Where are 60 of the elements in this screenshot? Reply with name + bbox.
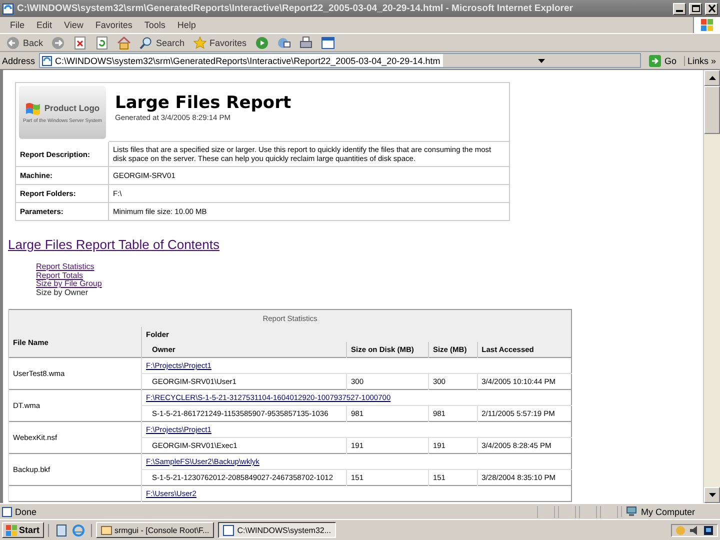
back-button[interactable]: Back — [3, 34, 46, 50]
search-icon — [139, 36, 154, 50]
home-icon — [117, 36, 132, 50]
scroll-up-icon — [708, 76, 716, 80]
links-button[interactable]: Links » — [684, 56, 718, 66]
scroll-thumb[interactable] — [704, 86, 720, 134]
close-icon — [706, 4, 716, 13]
menu-item[interactable]: File — [4, 20, 31, 30]
menu-item[interactable]: Edit — [30, 20, 58, 30]
network-icon — [703, 524, 714, 536]
address-label: Address — [2, 56, 36, 66]
toc-link[interactable]: Report Totals — [36, 272, 83, 280]
minimize-button[interactable] — [673, 2, 686, 14]
document-edit-icon — [320, 36, 335, 50]
taskbar-button[interactable]: C:\WINDOWS\system32... — [218, 522, 336, 538]
tray-icon — [675, 524, 686, 536]
speaker-icon — [689, 524, 700, 536]
close-button[interactable] — [705, 2, 718, 14]
windows-flag-icon — [700, 18, 714, 32]
stop-icon — [73, 36, 88, 50]
page-icon — [42, 56, 52, 66]
vertical-scrollbar[interactable] — [703, 70, 720, 503]
start-button[interactable]: Start — [2, 522, 44, 538]
window-title: C:\WINDOWS\system32\srm\GeneratedReports\Interactive\Report22_2005-03-04_20-29-14.html - Microsoft Internet Explorer — [17, 3, 574, 14]
minimize-icon — [676, 10, 683, 12]
logo-text: Product Logo — [44, 102, 100, 112]
report-title: Large Files Report — [115, 93, 292, 113]
go-button[interactable]: Go — [645, 54, 680, 66]
media-icon — [254, 36, 269, 50]
menu-item[interactable]: Tools — [138, 20, 172, 30]
dropdown-arrow-icon — [538, 58, 546, 62]
printer-icon — [298, 36, 313, 50]
mail-icon — [276, 36, 291, 50]
menu-item[interactable]: Favorites — [89, 20, 138, 30]
search-button[interactable]: Search — [136, 34, 188, 50]
address-field[interactable]: C:\WINDOWS\system32\srm\GeneratedReports\Interactive\Report22_2005-03-04_20-29-14.htm — [39, 53, 642, 68]
go-arrow-icon — [649, 54, 662, 66]
page-icon — [2, 2, 14, 14]
console-icon — [100, 524, 112, 536]
computer-icon — [626, 506, 637, 517]
taskbar-button[interactable]: srmgui - [Console Root\F... — [96, 522, 214, 538]
maximize-icon — [690, 4, 700, 13]
server-manager-icon[interactable] — [54, 524, 68, 536]
toc-link[interactable]: Size by File Group — [36, 280, 102, 288]
page-icon — [223, 524, 234, 536]
menu-item[interactable]: View — [58, 20, 90, 30]
zone-text: My Computer — [641, 506, 696, 516]
toc-title-link[interactable]: Large Files Report Table of Contents — [8, 237, 703, 252]
windows-flag-icon — [6, 524, 17, 536]
refresh-icon — [95, 36, 110, 50]
maximize-button[interactable] — [689, 2, 702, 14]
toc-item: Size by Owner — [36, 288, 88, 297]
scroll-down-icon — [708, 493, 716, 497]
star-icon — [192, 36, 207, 50]
toc-link[interactable]: Report Statistics — [36, 263, 94, 272]
windows-flag-icon — [25, 100, 42, 114]
status-text: Done — [15, 506, 38, 516]
page-icon — [2, 506, 12, 516]
menu-item[interactable]: Help — [171, 20, 202, 30]
favorites-button[interactable]: Favorites — [190, 34, 250, 50]
